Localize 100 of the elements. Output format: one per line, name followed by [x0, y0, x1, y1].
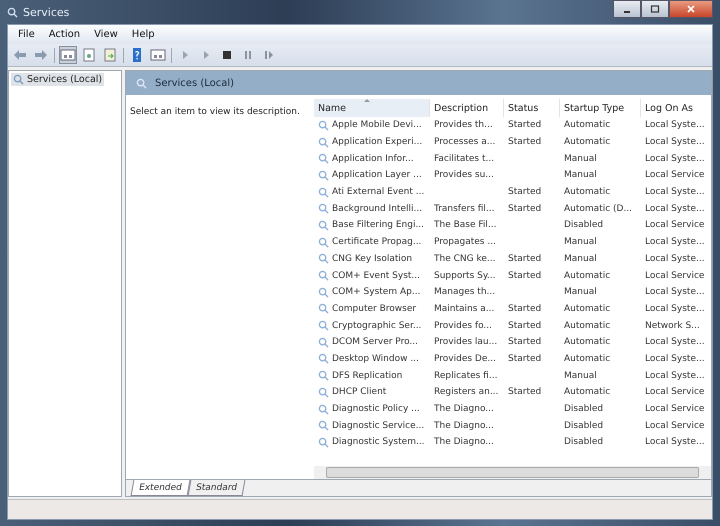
service-icon: [318, 336, 329, 348]
service-icon: [318, 303, 329, 314]
table-cell: Automatic: [564, 387, 610, 398]
view-tab[interactable]: Standard: [187, 480, 246, 496]
close-icon: [686, 4, 696, 14]
service-icon: [318, 270, 329, 282]
table-cell: Network S...: [645, 320, 700, 331]
pane-icon[interactable]: [60, 47, 76, 63]
table-cell: Started: [508, 270, 542, 281]
pane-icon[interactable]: [150, 47, 166, 63]
table-cell: The CNG ke...: [434, 254, 496, 264]
table-cell: Ati External Event ...: [332, 187, 424, 198]
maximize-icon: [650, 4, 660, 14]
table-cell: Facilitates t...: [434, 154, 494, 164]
menu-item[interactable]: File: [12, 28, 41, 41]
service-icon: [318, 236, 329, 248]
panel-title: Services (Local): [155, 78, 234, 88]
close-button[interactable]: [669, 0, 713, 18]
table-cell: DFS Replication: [332, 370, 402, 381]
table-cell: Manual: [564, 170, 597, 180]
service-icon: [318, 220, 329, 231]
service-icon: [318, 120, 329, 131]
service-icon: [318, 370, 329, 382]
minimize-icon: [624, 11, 630, 13]
service-icon: [318, 286, 329, 298]
export-icon[interactable]: [102, 47, 118, 63]
table-cell: Local Syste...: [645, 204, 705, 214]
table-cell: Local Service: [645, 220, 704, 230]
table-cell: The Diagno...: [434, 404, 494, 414]
table-cell: Started: [508, 120, 542, 130]
table-cell: Provides th...: [434, 120, 493, 130]
table-cell: Started: [508, 387, 542, 398]
table-cell: Started: [508, 354, 542, 364]
table-cell: Started: [508, 204, 542, 214]
table-cell: Started: [508, 137, 542, 148]
table-cell: Local Syste...: [645, 154, 705, 164]
menu-item[interactable]: View: [88, 28, 124, 41]
table-cell: Local Service: [645, 270, 704, 281]
table-cell: Manual: [564, 370, 597, 381]
table-cell: Started: [508, 337, 542, 348]
table-cell: Computer Browser: [332, 304, 416, 314]
service-icon: [318, 203, 329, 214]
table-cell: Automatic (D...: [564, 204, 632, 214]
table-cell: Disabled: [564, 404, 604, 414]
table-cell: Apple Mobile Devi...: [332, 120, 422, 130]
table-cell: Diagnostic Service...: [332, 420, 424, 431]
services-icon: [136, 78, 147, 88]
table-cell: Provides fo...: [434, 320, 492, 331]
table-cell: The Base Fil...: [434, 220, 496, 230]
table-cell: Provides lau...: [434, 337, 498, 348]
table-cell: Transfers fil...: [434, 204, 494, 214]
description-text: Select an item to view its description.: [130, 107, 300, 117]
table-cell: Local Syste...: [645, 137, 705, 148]
table-cell: Automatic: [564, 320, 610, 331]
services-icon: [7, 6, 18, 18]
table-cell: Local Syste...: [645, 254, 705, 264]
forward-arrow-icon[interactable]: [33, 47, 49, 63]
table-cell: Processes a...: [434, 137, 496, 148]
table-cell: Local Syste...: [645, 287, 705, 298]
view-tab[interactable]: Extended: [130, 480, 190, 496]
table-cell: Base Filtering Engi...: [332, 220, 424, 230]
table-cell: Diagnostic System...: [332, 437, 425, 448]
menu-item[interactable]: Help: [126, 28, 161, 41]
table-cell: Local Service: [645, 404, 704, 414]
column-header[interactable]: Name: [314, 99, 430, 117]
table-cell: Local Service: [645, 387, 704, 398]
service-icon: [318, 153, 329, 164]
table-cell: Local Syste...: [645, 337, 705, 348]
table-cell: Manages th...: [434, 287, 496, 298]
table-cell: Automatic: [564, 120, 610, 130]
maximize-button[interactable]: [641, 0, 669, 18]
table-cell: Automatic: [564, 354, 610, 364]
table-cell: Disabled: [564, 220, 604, 230]
table-cell: Local Syste...: [645, 187, 705, 198]
table-cell: Local Syste...: [645, 237, 705, 248]
table-cell: Application Experi...: [332, 137, 422, 148]
table-cell: Supports Sy...: [434, 270, 496, 281]
service-icon: [318, 353, 329, 364]
table-cell: COM+ System Ap...: [332, 287, 420, 298]
table-cell: Diagnostic Policy ...: [332, 404, 420, 414]
table-cell: Started: [508, 254, 542, 264]
table-cell: Local Syste...: [645, 120, 705, 130]
table-cell: The Diagno...: [434, 437, 494, 448]
table-cell: Automatic: [564, 337, 610, 348]
table-cell: Started: [508, 187, 542, 198]
menu-item[interactable]: Action: [42, 28, 86, 41]
page-icon[interactable]: [81, 47, 97, 63]
minimize-button[interactable]: [613, 0, 641, 18]
table-cell: Provides De...: [434, 354, 496, 364]
table-cell: Started: [508, 320, 542, 331]
table-cell: CNG Key Isolation: [332, 254, 412, 264]
service-icon: [318, 253, 329, 264]
table-cell: Desktop Window ...: [332, 354, 419, 364]
sort-arrow-icon: [364, 99, 370, 102]
tree-item[interactable]: Services (Local): [11, 73, 104, 86]
services-icon: [13, 74, 24, 85]
horizontal-scrollbar[interactable]: [314, 466, 711, 479]
service-icon: [318, 320, 329, 332]
table-cell: COM+ Event Syst...: [332, 270, 420, 281]
table-cell: Local Syste...: [645, 370, 705, 381]
